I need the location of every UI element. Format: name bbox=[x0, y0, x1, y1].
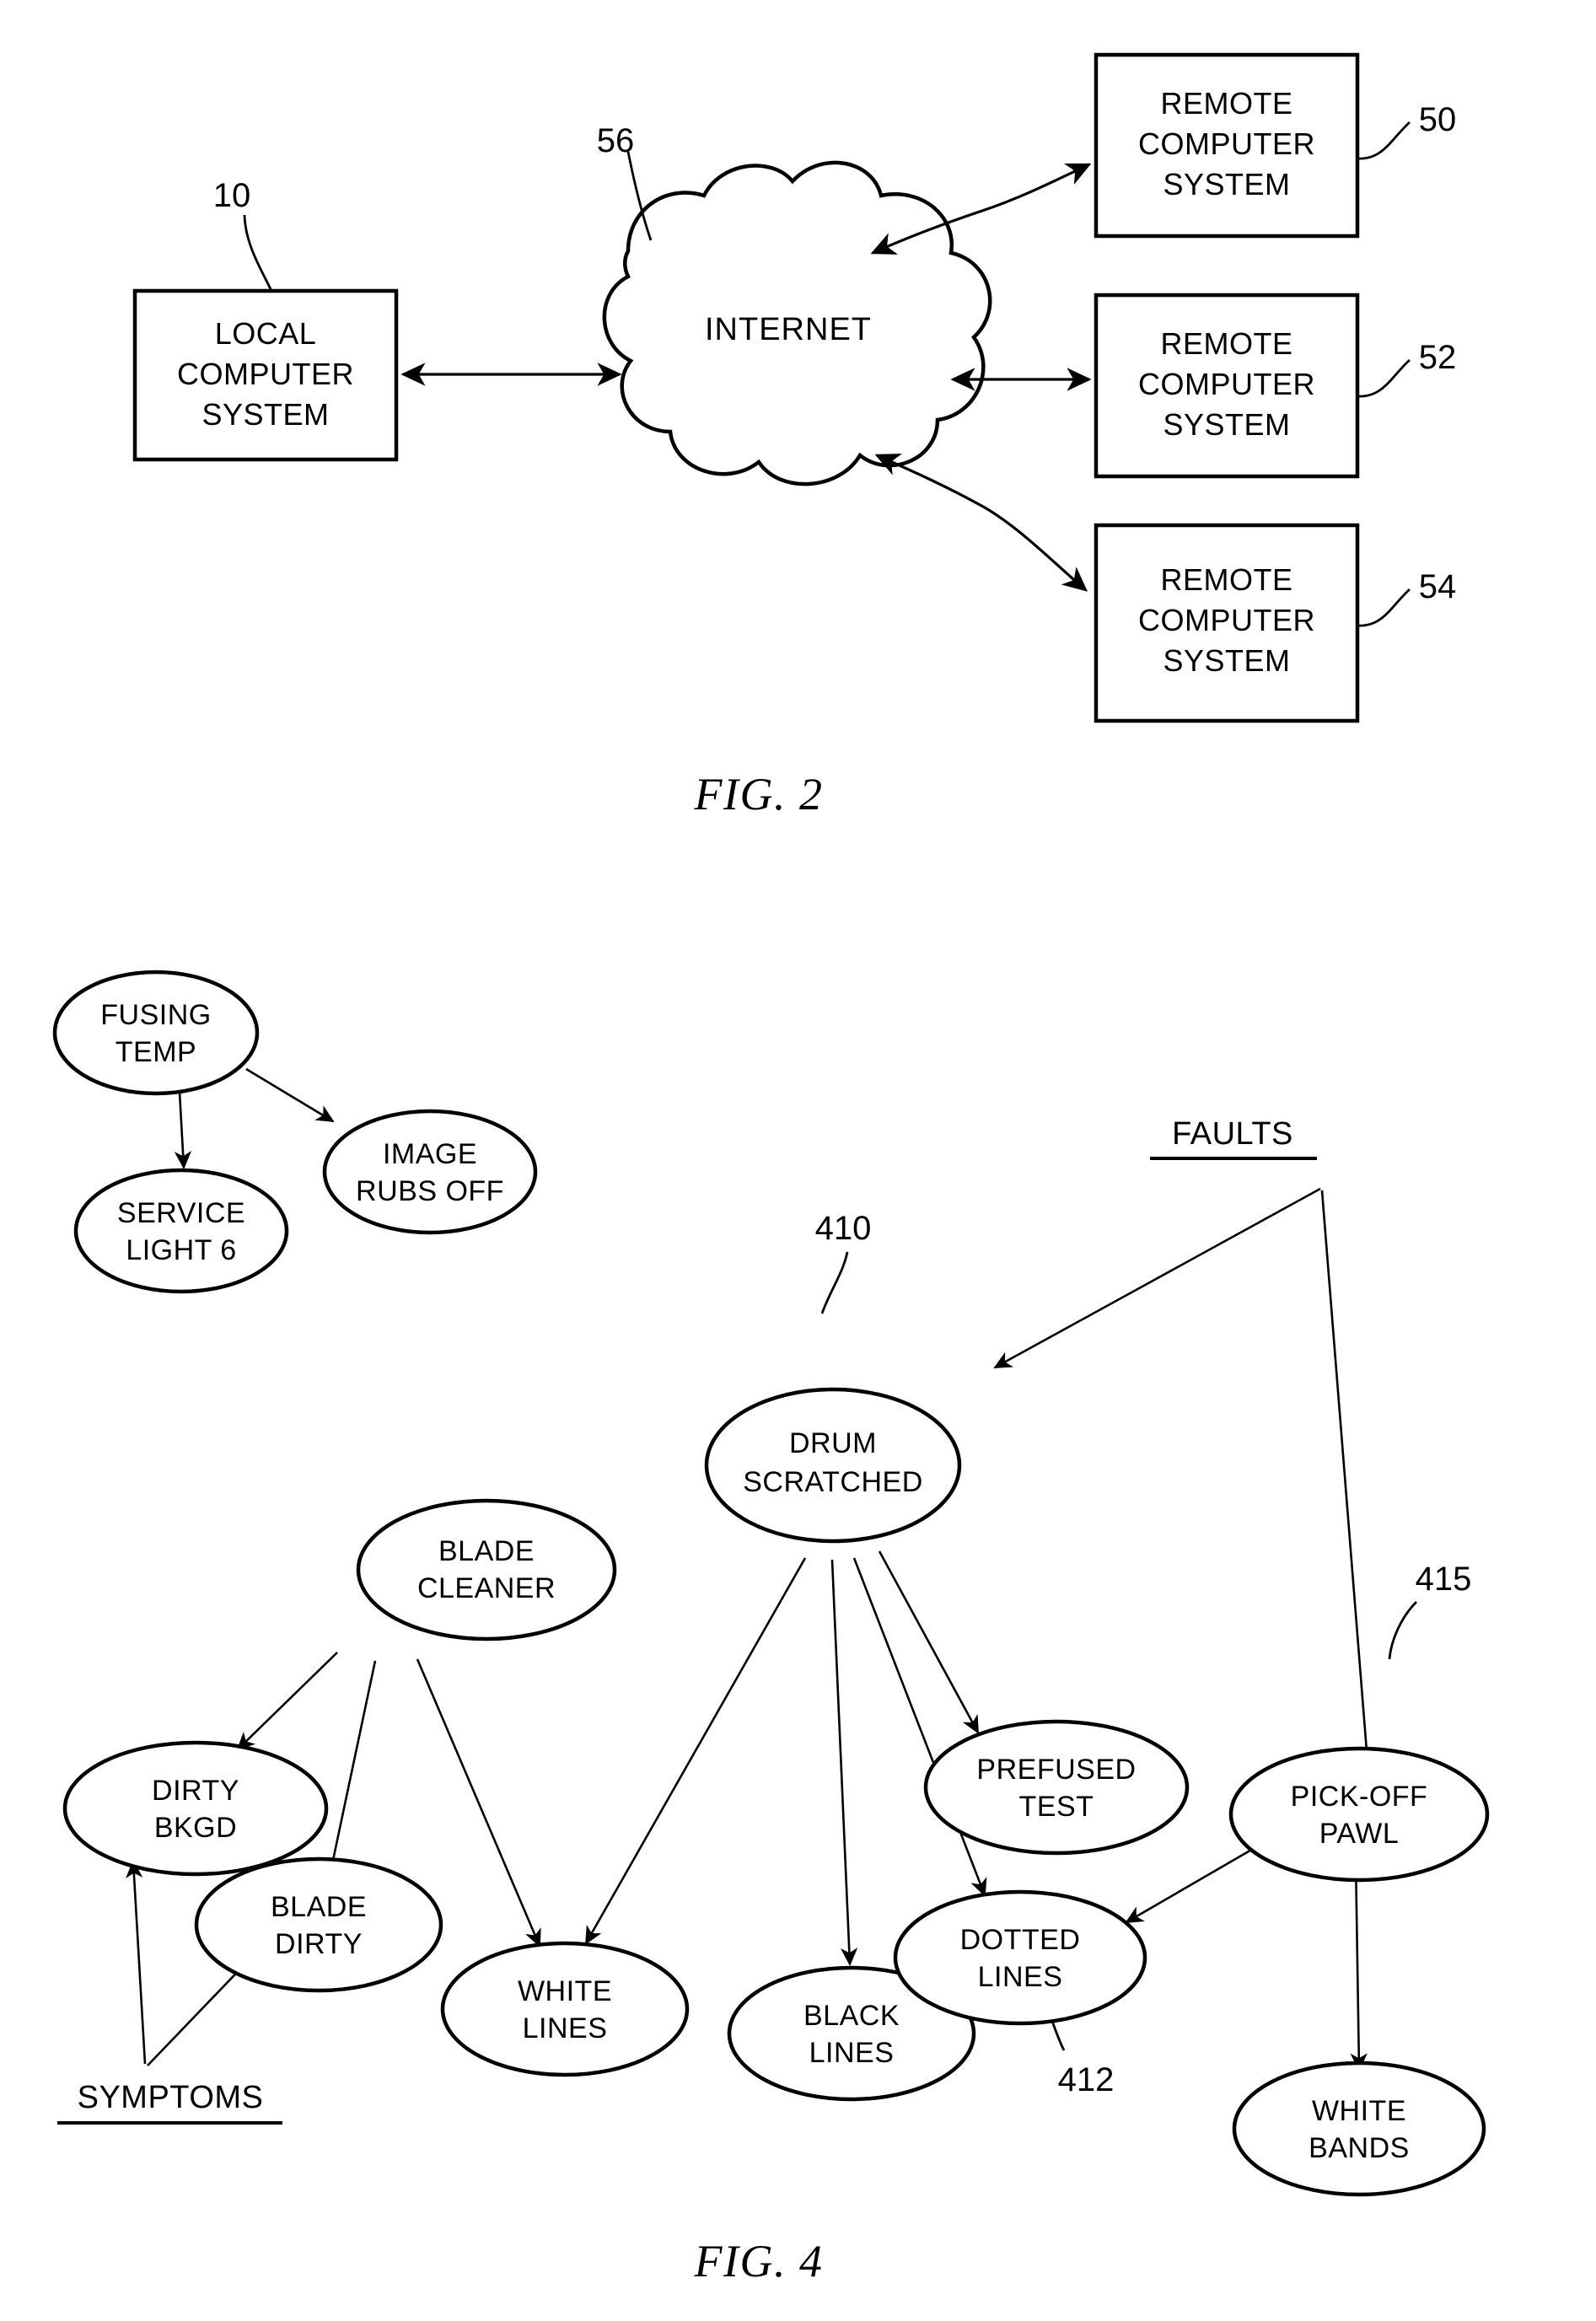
fusing-temp-ellipse bbox=[52, 970, 260, 1096]
image-rubs-off-label-line1: IMAGE bbox=[383, 1138, 477, 1170]
blade-dirty-ellipse bbox=[194, 1856, 443, 1993]
white-bands-label-line2: BANDS bbox=[1309, 2132, 1410, 2164]
white-lines-ellipse bbox=[440, 1941, 690, 2077]
node-white-lines: WHITE LINES bbox=[440, 1941, 690, 2077]
faults-label-text: FAULTS bbox=[1172, 1116, 1293, 1152]
service-light-6-label-line2: LIGHT 6 bbox=[126, 1234, 236, 1266]
edge-faults-to-pick-off-pawl bbox=[1320, 1190, 1378, 1795]
blade-cleaner-label-line1: BLADE bbox=[438, 1535, 535, 1567]
white-bands-ellipse bbox=[1232, 2060, 1486, 2197]
dotted-lines-label-line2: LINES bbox=[978, 1961, 1063, 1993]
service-light-6-label-line1: SERVICE bbox=[117, 1197, 245, 1229]
leader-line-415 bbox=[1388, 1601, 1417, 1660]
node-prefused-test: PREFUSED TEST bbox=[923, 1719, 1190, 1856]
edge-drum-scratched-to-prefused-test bbox=[878, 1550, 980, 1734]
faults-group-label: FAULTS bbox=[1150, 1116, 1317, 1160]
node-service-light-6: SERVICE LIGHT 6 bbox=[73, 1168, 289, 1294]
fusing-temp-label-line2: TEMP bbox=[116, 1036, 196, 1068]
leader-line-410 bbox=[820, 1251, 849, 1314]
white-lines-label-line1: WHITE bbox=[518, 1975, 612, 2007]
prefused-test-ellipse bbox=[923, 1719, 1190, 1856]
node-fusing-temp: FUSING TEMP bbox=[52, 970, 260, 1096]
edge-drum-scratched-to-black-lines bbox=[830, 1559, 858, 1966]
node-blade-dirty: BLADE DIRTY bbox=[194, 1856, 443, 1993]
figure-4-caption: FIG. 4 bbox=[694, 2236, 824, 2286]
white-bands-label-line1: WHITE bbox=[1312, 2095, 1406, 2127]
dirty-bkgd-ellipse bbox=[62, 1740, 329, 1877]
edge-symptoms-to-dirty-bkgd bbox=[126, 1860, 147, 2065]
edge-fusing-temp-to-image-rubs-off bbox=[245, 1067, 335, 1123]
dotted-lines-ellipse bbox=[893, 1889, 1147, 2026]
blade-dirty-label-line1: BLADE bbox=[271, 1891, 367, 1923]
node-dirty-bkgd: DIRTY BKGD bbox=[62, 1740, 329, 1877]
reference-numeral-415: 415 bbox=[1416, 1561, 1472, 1598]
drum-scratched-label-line1: DRUM bbox=[789, 1427, 877, 1459]
pick-off-pawl-label-line1: PICK-OFF bbox=[1291, 1781, 1428, 1813]
node-white-bands: WHITE BANDS bbox=[1232, 2060, 1486, 2197]
blade-cleaner-ellipse bbox=[356, 1498, 617, 1641]
dotted-lines-label-line1: DOTTED bbox=[960, 1924, 1081, 1956]
black-lines-label-line1: BLACK bbox=[803, 2000, 900, 2032]
white-lines-label-line2: LINES bbox=[523, 2012, 608, 2044]
pick-off-pawl-ellipse bbox=[1228, 1746, 1490, 1883]
edge-drum-scratched-to-white-lines bbox=[584, 1557, 807, 1945]
node-blade-cleaner: BLADE CLEANER bbox=[356, 1498, 617, 1641]
edge-blade-cleaner-to-blade-dirty bbox=[324, 1660, 377, 1882]
figure-4: FAULTS SYMPTOMS 410 412 415 FUSING TEMP … bbox=[52, 970, 1490, 2286]
image-rubs-off-ellipse bbox=[322, 1109, 538, 1235]
edge-pick-off-pawl-to-white-bands bbox=[1350, 1856, 1368, 2071]
symptoms-label-text: SYMPTOMS bbox=[78, 2080, 264, 2115]
reference-numeral-412: 412 bbox=[1058, 2061, 1115, 2098]
patent-drawing-sheet: LOCAL COMPUTER SYSTEM 10 INTERNET 56 REM… bbox=[0, 0, 1596, 2321]
fusing-temp-label-line1: FUSING bbox=[100, 999, 211, 1031]
pick-off-pawl-label-line2: PAWL bbox=[1319, 1818, 1400, 1850]
edge-fusing-temp-to-service-light bbox=[174, 1091, 192, 1169]
blade-cleaner-label-line2: CLEANER bbox=[417, 1572, 556, 1604]
node-drum-scratched: DRUM SCRATCHED bbox=[704, 1387, 962, 1544]
edge-symptoms-to-blade-dirty bbox=[147, 1958, 250, 2066]
symptoms-group-label: SYMPTOMS bbox=[57, 2080, 282, 2125]
blade-dirty-label-line2: DIRTY bbox=[275, 1928, 363, 1960]
dirty-bkgd-label-line1: DIRTY bbox=[152, 1775, 239, 1807]
node-image-rubs-off: IMAGE RUBS OFF bbox=[322, 1109, 538, 1235]
edge-faults-to-drum-scratched bbox=[993, 1187, 1321, 1369]
node-pick-off-pawl: PICK-OFF PAWL bbox=[1228, 1746, 1490, 1883]
black-lines-label-line2: LINES bbox=[809, 2037, 895, 2069]
reference-numeral-410: 410 bbox=[815, 1210, 872, 1247]
prefused-test-label-line2: TEST bbox=[1019, 1791, 1094, 1823]
edge-blade-cleaner-to-dirty-bkgd bbox=[236, 1652, 338, 1751]
node-dotted-lines: DOTTED LINES bbox=[893, 1889, 1147, 2026]
prefused-test-label-line1: PREFUSED bbox=[976, 1754, 1136, 1786]
service-light-6-ellipse bbox=[73, 1168, 289, 1294]
dirty-bkgd-label-line2: BKGD bbox=[154, 1812, 237, 1844]
drum-scratched-label-line2: SCRATCHED bbox=[743, 1466, 923, 1498]
edge-drum-scratched-to-dotted-lines bbox=[852, 1557, 987, 1897]
image-rubs-off-label-line2: RUBS OFF bbox=[356, 1175, 504, 1207]
